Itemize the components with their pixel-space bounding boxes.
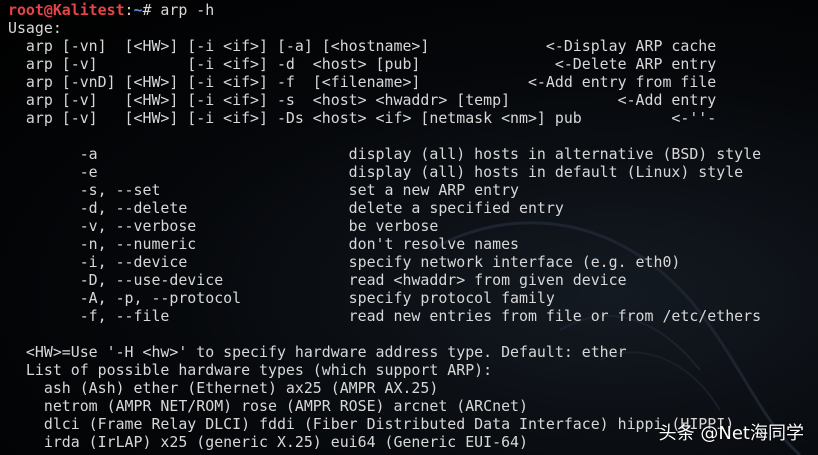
output-line: irda (IrLAP) x25 (generic X.25) eui64 (G… [8, 433, 528, 451]
output-line: -e display (all) hosts in default (Linux… [8, 163, 744, 181]
output-line: arp [-v] [-i <if>] -d <host> [pub] <-Del… [8, 55, 717, 73]
output-line: -s, --set set a new ARP entry [8, 181, 520, 199]
output-line: arp [-v] [<HW>] [-i <if>] -s <host> <hwa… [8, 91, 717, 109]
output-line: netrom (AMPR NET/ROM) rose (AMPR ROSE) a… [8, 397, 528, 415]
output-line: arp [-vnD] [<HW>] [-i <if>] -f [<filenam… [8, 73, 717, 91]
terminal-output: root@Kalitest:~# arp -h Usage: arp [-vn] … [8, 1, 761, 451]
watermark-text: 头条 @Net海同学 [658, 423, 804, 444]
output-line: -i, --device specify network interface (… [8, 253, 681, 271]
output-line: <HW>=Use '-H <hw>' to specify hardware a… [8, 343, 627, 361]
output-line: -a display (all) hosts in alternative (B… [8, 145, 762, 163]
output-line: -f, --file read new entries from file or… [8, 307, 762, 325]
output-line: dlci (Frame Relay DLCI) fddi (Fiber Dist… [8, 415, 735, 433]
prompt-separator: : [124, 1, 134, 19]
output-line: List of possible hardware types (which s… [8, 361, 493, 379]
output-line: -n, --numeric don't resolve names [8, 235, 520, 253]
prompt-user-host: root@Kalitest [8, 1, 125, 19]
output-line: -d, --delete delete a specified entry [8, 199, 564, 217]
output-line: ash (Ash) ether (Ethernet) ax25 (AMPR AX… [8, 379, 439, 397]
output-line: -v, --verbose be verbose [8, 217, 439, 235]
output-line: arp [-vn] [<HW>] [-i <if>] [-a] [<hostna… [8, 37, 717, 55]
output-line: Usage: [8, 19, 62, 37]
output-line: -A, -p, --protocol specify protocol fami… [8, 289, 555, 307]
output-line: arp [-v] [<HW>] [-i <if>] -Ds <host> <if… [8, 109, 717, 127]
prompt-symbol: # [142, 1, 161, 19]
output-line: -D, --use-device read <hwaddr> from give… [8, 271, 627, 289]
terminal-window[interactable]: root@Kalitest:~# arp -h Usage: arp [-vn] … [0, 0, 818, 455]
prompt-line: root@Kalitest:~# arp -h [8, 1, 761, 19]
prompt-command: arp -h [160, 1, 215, 19]
